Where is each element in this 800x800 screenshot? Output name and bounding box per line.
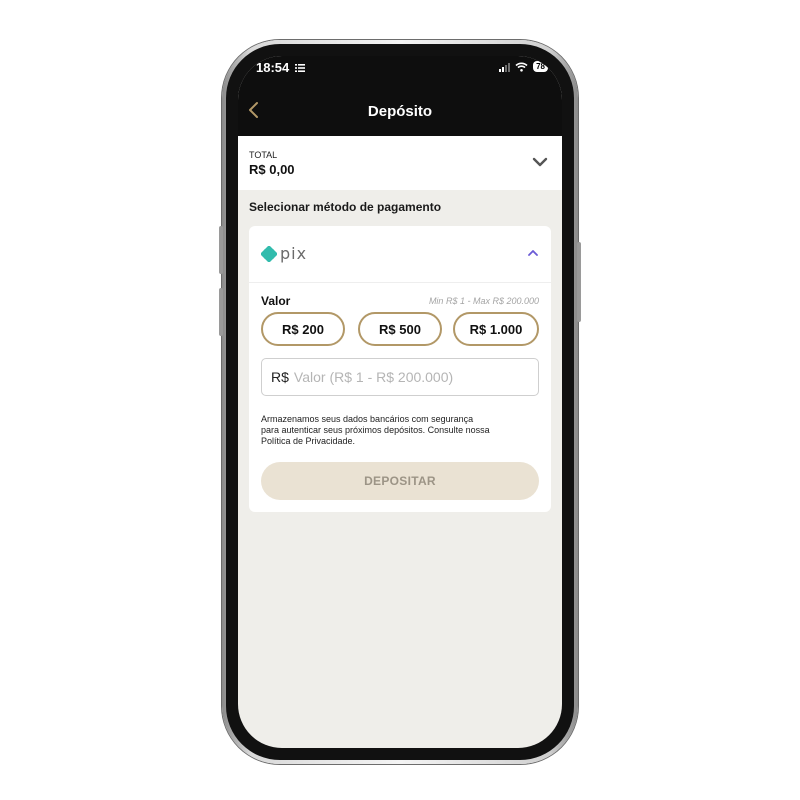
phone-power-button	[577, 242, 581, 322]
phone-volume-down-button	[219, 288, 223, 336]
phone-volume-up-button	[219, 226, 223, 274]
signal-icon	[499, 62, 511, 72]
payment-method-heading: Selecionar método de pagamento	[249, 200, 442, 214]
chevron-down-icon[interactable]	[532, 156, 548, 168]
total-value: R$ 0,00	[249, 162, 295, 177]
currency-prefix: R$	[271, 369, 289, 385]
status-time: 18:54	[256, 60, 305, 75]
list-icon	[294, 64, 305, 72]
wifi-icon	[515, 62, 528, 72]
privacy-notice-line: para autenticar seus próximos depósitos.…	[261, 425, 490, 435]
privacy-notice: Armazenamos seus dados bancários com seg…	[261, 414, 545, 447]
payment-method-card: pix Valor Min R$ 1 - Max R$ 200.000 R$ 2…	[249, 226, 551, 512]
amount-limits: Min R$ 1 - Max R$ 200.000	[428, 296, 539, 306]
pix-logo-icon	[261, 245, 277, 262]
top-bar: 18:54 78 Depósito	[238, 56, 562, 136]
privacy-notice-line: Armazenamos seus dados bancários com seg…	[261, 414, 474, 424]
status-icons: 78	[499, 61, 548, 72]
total-label: TOTAL	[249, 150, 278, 160]
pix-wordmark: pix	[280, 244, 308, 263]
app-screen: 18:54 78 Depósito TOTAL R$ 0,00 Selecion…	[238, 56, 562, 748]
total-summary[interactable]: TOTAL R$ 0,00	[238, 136, 562, 190]
page-title: Depósito	[367, 103, 433, 120]
amount-input[interactable]	[293, 369, 514, 385]
privacy-policy-link[interactable]: Política de Privacidade.	[261, 436, 545, 447]
pix-method-header[interactable]: pix	[249, 226, 551, 283]
amount-label: Valor	[261, 294, 291, 308]
quick-amount-500-button[interactable]: R$ 500	[358, 312, 442, 346]
quick-amount-200-button[interactable]: R$ 200	[261, 312, 345, 346]
amount-field[interactable]: R$	[261, 358, 539, 396]
deposit-button[interactable]: DEPOSITAR	[261, 462, 539, 500]
quick-amount-1000-button[interactable]: R$ 1.000	[453, 312, 539, 346]
battery-icon: 78	[533, 61, 548, 72]
chevron-up-icon[interactable]	[527, 248, 539, 258]
pix-logo: pix	[261, 244, 307, 263]
